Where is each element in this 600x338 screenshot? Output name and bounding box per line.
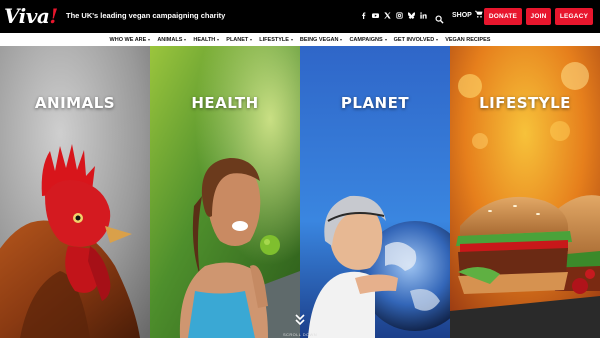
panel-title-animals: ANIMALS bbox=[34, 94, 116, 112]
scroll-down-button[interactable]: SCROLL DOWN bbox=[282, 313, 318, 337]
shop-link[interactable]: SHOP bbox=[452, 10, 483, 20]
chevron-down-icon bbox=[217, 38, 220, 41]
double-chevron-down-icon bbox=[295, 314, 305, 326]
youtube-icon[interactable] bbox=[372, 11, 379, 20]
chevron-down-icon bbox=[340, 38, 343, 41]
nav-health[interactable]: HEALTH bbox=[193, 37, 220, 43]
x-icon[interactable] bbox=[384, 11, 391, 20]
shop-label: SHOP bbox=[452, 11, 472, 19]
cart-icon bbox=[474, 10, 483, 20]
panel-animals[interactable]: ANIMALS bbox=[0, 46, 150, 338]
panel-title-planet: PLANET bbox=[340, 94, 410, 112]
nav-vegan-recipes[interactable]: VEGAN RECIPES bbox=[445, 37, 490, 43]
facebook-icon[interactable] bbox=[360, 11, 367, 20]
rooster-image bbox=[0, 46, 150, 338]
vegan-burgers-image bbox=[450, 46, 600, 338]
nav-who-we-are[interactable]: WHO WE ARE bbox=[110, 37, 151, 43]
linkedin-icon[interactable] bbox=[420, 11, 427, 20]
legacy-button[interactable]: LEGACY bbox=[555, 8, 593, 25]
main-nav: WHO WE ARE ANIMALS HEALTH PLANET LIFESTY… bbox=[0, 33, 600, 46]
top-bar: Viva! The UK's leading vegan campaigning… bbox=[0, 0, 600, 33]
social-links bbox=[360, 11, 427, 20]
tagline: The UK's leading vegan campaigning chari… bbox=[66, 11, 226, 20]
chevron-down-icon bbox=[250, 38, 253, 41]
instagram-icon[interactable] bbox=[396, 11, 403, 20]
woman-eating-apple-image bbox=[150, 46, 300, 338]
nav-lifestyle[interactable]: LIFESTYLE bbox=[259, 37, 293, 43]
chevron-down-icon bbox=[290, 38, 293, 41]
panel-title-lifestyle: LIFESTYLE bbox=[479, 94, 571, 112]
join-button[interactable]: JOIN bbox=[526, 8, 551, 25]
panel-lifestyle[interactable]: LIFESTYLE bbox=[450, 46, 600, 338]
panel-planet[interactable]: PLANET bbox=[300, 46, 450, 338]
nav-campaigns[interactable]: CAMPAIGNS bbox=[349, 37, 387, 43]
donate-button[interactable]: DONATE bbox=[484, 8, 522, 25]
nav-planet[interactable]: PLANET bbox=[226, 37, 253, 43]
search-icon[interactable] bbox=[435, 11, 444, 24]
nav-being-vegan[interactable]: BEING VEGAN bbox=[300, 37, 343, 43]
nav-animals[interactable]: ANIMALS bbox=[157, 37, 187, 43]
girl-hugging-globe-image bbox=[300, 46, 450, 338]
bluesky-icon[interactable] bbox=[408, 11, 415, 20]
chevron-down-icon bbox=[384, 38, 387, 41]
viva-logo[interactable]: Viva! bbox=[4, 3, 60, 29]
chevron-down-icon bbox=[436, 38, 439, 41]
panel-title-health: HEALTH bbox=[191, 94, 259, 112]
hero-panels: ANIMALS HEALTH PLANET LIFESTYLE bbox=[0, 46, 600, 338]
nav-get-involved[interactable]: GET INVOLVED bbox=[394, 37, 439, 43]
panel-health[interactable]: HEALTH bbox=[150, 46, 300, 338]
chevron-down-icon bbox=[184, 38, 187, 41]
scroll-down-label: SCROLL DOWN bbox=[282, 332, 318, 337]
chevron-down-icon bbox=[148, 38, 151, 41]
